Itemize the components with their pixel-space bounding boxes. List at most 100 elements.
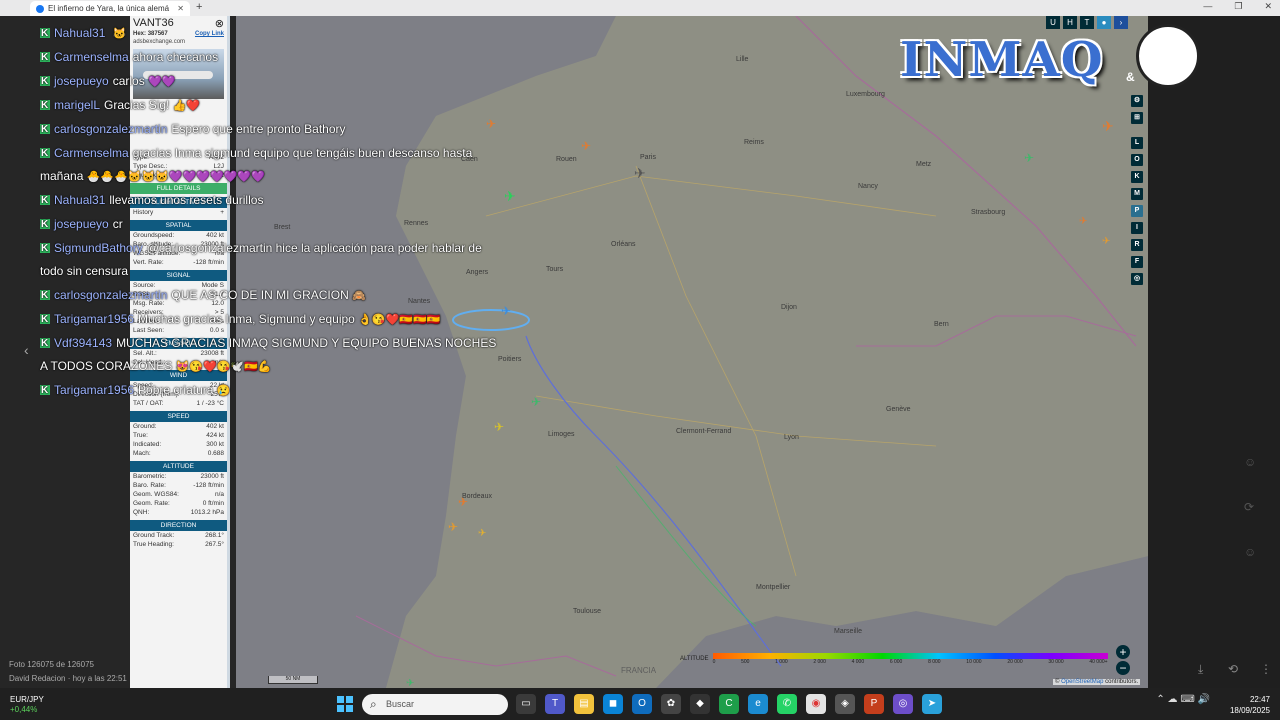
info-row: Indicated: 300 kt	[133, 441, 224, 448]
more-icon[interactable]: ⋮	[1260, 662, 1272, 676]
like-icon[interactable]: ☺	[1244, 440, 1256, 485]
new-tab-button[interactable]: +	[196, 1, 202, 13]
clock-date: 18/09/2025	[1229, 706, 1270, 715]
map-button-o[interactable]: O	[1131, 154, 1143, 166]
info-row: True Heading: 267.5°	[133, 541, 224, 548]
powerpoint-icon[interactable]: P	[864, 694, 884, 714]
chat-message: marigelL Gracias Sig! 👍❤️	[40, 94, 500, 118]
stock-widget[interactable]: EUR/JPY +0,44%	[10, 695, 44, 715]
chat-text: Gracias Sig!	[104, 98, 170, 112]
svg-text:✈: ✈	[1102, 118, 1114, 134]
kick-badge-icon	[40, 284, 50, 307]
app-icon[interactable]: ◈	[835, 694, 855, 714]
chat-username[interactable]: carlosgonzalezmartin	[54, 288, 167, 302]
map-button-m[interactable]: M	[1131, 188, 1143, 200]
chat-message: Tarigamar1956 Muchas gracias Inma, Sigmun…	[40, 308, 500, 332]
share-icon[interactable]: ⟳	[1244, 485, 1256, 530]
taskbar-clock[interactable]: 22:47 18/09/2025	[1230, 694, 1270, 716]
target-icon[interactable]: ◎	[1131, 273, 1143, 285]
outlook-icon[interactable]: O	[632, 694, 652, 714]
chat-username[interactable]: SigmundBathory	[54, 241, 143, 255]
city-label: Dijon	[781, 304, 797, 311]
chat-username[interactable]: Tarigamar1956	[54, 383, 134, 397]
city-label: Reims	[744, 139, 764, 146]
map-button-f[interactable]: F	[1131, 256, 1143, 268]
tab-title: El infierno de Yara, la única alemá	[48, 4, 170, 13]
app-icon[interactable]: ◆	[690, 694, 710, 714]
city-label: Lille	[736, 56, 749, 63]
ticker-change: +0,44%	[10, 705, 38, 714]
maximize-button[interactable]: ❐	[1234, 1, 1242, 12]
chat-username[interactable]: carlosgonzalezmartin	[54, 122, 167, 136]
chat-username[interactable]: josepueyo	[54, 217, 109, 231]
chevron-left-icon[interactable]: ‹	[24, 342, 29, 358]
chatgpt-icon[interactable]: ✿	[661, 694, 681, 714]
rotate-icon[interactable]: ⟲	[1228, 662, 1238, 676]
chat-text: Muchas gracias Inma, Sigmund y equipo	[138, 312, 355, 326]
photo-counter: Foto 126075 de 126075	[9, 660, 94, 669]
chat-username[interactable]: marigelL	[54, 98, 100, 112]
chat-message: carlosgonzalezmartin Espero que entre pro…	[40, 118, 500, 142]
map-button-t[interactable]: T	[1080, 16, 1094, 29]
city-label: Lyon	[784, 434, 799, 441]
chat-username[interactable]: Tarigamar1956	[54, 312, 134, 326]
sitemap-icon[interactable]: ⊞	[1131, 112, 1143, 124]
map-button-k[interactable]: K	[1131, 171, 1143, 183]
kick-badge-icon	[40, 94, 50, 117]
chat-username[interactable]: Nahual31	[54, 193, 105, 207]
info-row: Geom. Rate: 0 ft/min	[133, 500, 224, 507]
zoom-out-button[interactable]: −	[1116, 661, 1130, 675]
side-actions: ☺ ⟳ ☺	[1244, 440, 1256, 575]
settings-icon[interactable]: ⚙	[1131, 95, 1143, 107]
svg-text:✈: ✈	[501, 304, 511, 318]
whatsapp-icon[interactable]: ✆	[777, 694, 797, 714]
layers-icon[interactable]: ●	[1097, 16, 1111, 29]
map-button-l[interactable]: L	[1131, 137, 1143, 149]
map-button-h[interactable]: H	[1063, 16, 1077, 29]
svg-text:✈: ✈	[1079, 216, 1087, 227]
chat-message: josepueyocarlos 💜💜	[40, 70, 500, 94]
telegram-icon[interactable]: ➤	[922, 694, 942, 714]
chat-emoji: 😻😘❤️😘🕊️🇪🇸💪	[175, 361, 272, 373]
edge-icon[interactable]: e	[748, 694, 768, 714]
task-view-icon[interactable]: ▭	[516, 694, 536, 714]
chat-username[interactable]: Carmenselma	[54, 146, 129, 160]
emoji-icon[interactable]: ☺	[1244, 530, 1256, 575]
close-window-button[interactable]: ✕	[1264, 1, 1272, 12]
chrome-icon[interactable]: ◉	[806, 694, 826, 714]
camtasia-icon[interactable]: C	[719, 694, 739, 714]
chat-text: carlos	[112, 74, 145, 88]
chat-username[interactable]: Vdf394143	[54, 336, 112, 350]
windows-start-icon[interactable]	[337, 696, 353, 712]
zoom-in-button[interactable]: +	[1116, 645, 1130, 659]
info-row: Mach: 0.688	[133, 450, 224, 457]
chat-emoji: 😢	[216, 385, 231, 397]
map-button-i[interactable]: I	[1131, 222, 1143, 234]
chevron-right-icon[interactable]: ›	[1114, 16, 1128, 29]
map-button-r[interactable]: R	[1131, 239, 1143, 251]
map-side-toolbar: ⚙ ⊞ L O K M P I R F ◎	[1131, 95, 1145, 290]
file-explorer-icon[interactable]: ▤	[574, 694, 594, 714]
store-icon[interactable]: ◼	[603, 694, 623, 714]
map-button-u[interactable]: U	[1046, 16, 1060, 29]
obs-icon[interactable]: ◎	[893, 694, 913, 714]
kick-badge-icon	[40, 142, 50, 165]
close-tab-icon[interactable]: ✕	[177, 4, 184, 13]
map-button-p[interactable]: P	[1131, 205, 1143, 217]
teams-icon[interactable]: T	[545, 694, 565, 714]
chat-username[interactable]: josepueyo	[54, 74, 109, 88]
chat-username[interactable]: Nahual31	[54, 26, 105, 40]
system-tray[interactable]: ⌃ ☁ ⌨ 🔊	[1156, 694, 1210, 705]
kick-badge-icon	[40, 22, 50, 45]
browser-tab[interactable]: El infierno de Yara, la única alemá ✕	[30, 1, 190, 16]
logo-ampersand: &	[1126, 70, 1135, 84]
download-icon[interactable]: ⤓	[1198, 662, 1203, 677]
minimize-button[interactable]: —	[1203, 1, 1212, 12]
photo-author: David Redacion · hoy a las 22:51	[9, 674, 127, 683]
taskbar-search[interactable]: Buscar	[362, 694, 508, 715]
osm-link[interactable]: OpenStreetMap	[1061, 679, 1103, 685]
city-label: Strasbourg	[971, 209, 1006, 216]
city-label: Paris	[640, 154, 656, 161]
kick-badge-icon	[40, 308, 50, 331]
chat-username[interactable]: Carmenselma	[54, 50, 129, 64]
